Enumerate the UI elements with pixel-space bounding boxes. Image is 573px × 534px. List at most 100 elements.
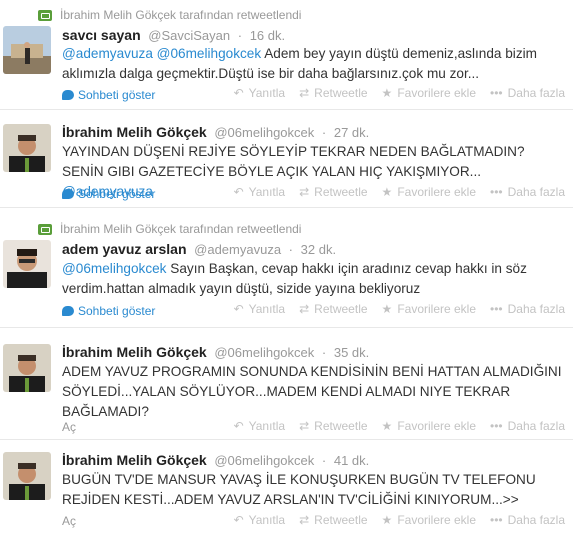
show-conversation-label: Sohbeti göster <box>78 187 156 201</box>
tweet-actions: ↶ Yanıtla ⇄ Retweetle ★ Favorilere ekle •••… <box>234 86 565 100</box>
avatar[interactable] <box>3 240 51 288</box>
author-handle[interactable]: @06melihgokcek <box>214 453 314 468</box>
more-button[interactable]: ••• Daha fazla <box>490 302 565 316</box>
expand-link[interactable]: Aç <box>62 420 76 434</box>
tweet-header: İbrahim Melih Gökçek @06melihgokcek · 35… <box>62 344 369 360</box>
author-name[interactable]: adem yavuz arslan <box>62 241 187 257</box>
reply-button[interactable]: ↶ Yanıtla <box>234 302 286 316</box>
favorite-button[interactable]: ★ Favorilere ekle <box>382 86 476 100</box>
tweet-time[interactable]: 16 dk. <box>250 28 285 43</box>
avatar[interactable] <box>3 452 51 500</box>
reply-icon: ↶ <box>233 513 244 527</box>
tweet-text-content: ADEM YAVUZ PROGRAMIN SONUNDA KENDİSİNİN … <box>62 364 562 419</box>
retweet-button[interactable]: ⇄ Retweetle <box>299 302 367 316</box>
favorite-label: Favorilere ekle <box>397 302 477 316</box>
tweet-separator: · <box>321 345 327 360</box>
show-conversation-label: Sohbeti göster <box>78 88 156 102</box>
mention-link[interactable]: @06melihgokcek <box>157 46 261 61</box>
tweet-time[interactable]: 41 dk. <box>334 453 369 468</box>
tweet-text: @06melihgokcek Sayın Başkan, cevap hakkı… <box>62 259 567 299</box>
favorite-label: Favorilere ekle <box>397 185 477 199</box>
more-icon: ••• <box>490 302 503 316</box>
tweet-timeline: İbrahim Melih Gökçek tarafından retweetl… <box>0 0 573 534</box>
tweet-time[interactable]: 32 dk. <box>301 242 336 257</box>
retweet-label: Retweetle <box>314 185 368 199</box>
conversation-icon <box>62 90 74 100</box>
favorite-button[interactable]: ★ Favorilere ekle <box>382 302 476 316</box>
star-icon: ★ <box>381 185 393 199</box>
reply-button[interactable]: ↶ Yanıtla <box>234 185 286 199</box>
author-handle[interactable]: @SavciSayan <box>148 28 230 43</box>
reply-icon: ↶ <box>233 185 244 199</box>
author-handle[interactable]: @06melihgokcek <box>214 125 314 140</box>
reply-icon: ↶ <box>233 86 244 100</box>
show-conversation-label: Sohbeti göster <box>78 304 156 318</box>
show-conversation-link[interactable]: Sohbeti göster <box>62 187 155 201</box>
show-conversation-link[interactable]: Sohbeti göster <box>62 88 155 102</box>
reply-label: Yanıtla <box>248 302 286 316</box>
tweet-item[interactable]: İbrahim Melih Gökçek @06melihgokcek · 41… <box>0 440 573 534</box>
reply-button[interactable]: ↶ Yanıtla <box>234 419 286 433</box>
tweet-text: @ademyavuza @06melihgokcek Adem bey yayı… <box>62 44 567 84</box>
conversation-icon <box>62 306 74 316</box>
tweet-item[interactable]: İbrahim Melih Gökçek tarafından retweetl… <box>0 0 573 110</box>
reply-button[interactable]: ↶ Yanıtla <box>234 513 286 527</box>
more-button[interactable]: ••• Daha fazla <box>490 185 565 199</box>
tweet-text: ADEM YAVUZ PROGRAMIN SONUNDA KENDİSİNİN … <box>62 362 567 422</box>
retweeted-by-label: İbrahim Melih Gökçek tarafından retweetl… <box>60 8 302 22</box>
retweet-icon: ⇄ <box>299 185 310 199</box>
favorite-button[interactable]: ★ Favorilere ekle <box>382 185 476 199</box>
tweet-item[interactable]: İbrahim Melih Gökçek @06melihgokcek · 35… <box>0 328 573 440</box>
more-label: Daha fazla <box>507 302 565 316</box>
retweet-icon <box>38 9 52 21</box>
tweet-header: adem yavuz arslan @ademyavuza · 32 dk. <box>62 241 336 257</box>
retweet-button[interactable]: ⇄ Retweetle <box>299 419 367 433</box>
tweet-time[interactable]: 27 dk. <box>334 125 369 140</box>
retweet-label: Retweetle <box>314 86 368 100</box>
more-label: Daha fazla <box>507 513 565 527</box>
star-icon: ★ <box>381 419 393 433</box>
retweet-icon: ⇄ <box>299 302 310 316</box>
retweet-icon: ⇄ <box>299 419 310 433</box>
retweeted-by-label: İbrahim Melih Gökçek tarafından retweetl… <box>60 222 302 236</box>
favorite-button[interactable]: ★ Favorilere ekle <box>382 419 476 433</box>
author-handle[interactable]: @ademyavuza <box>194 242 281 257</box>
star-icon: ★ <box>381 513 393 527</box>
mention-link[interactable]: @06melihgokcek <box>62 261 166 276</box>
more-button[interactable]: ••• Daha fazla <box>490 419 565 433</box>
favorite-button[interactable]: ★ Favorilere ekle <box>382 513 476 527</box>
mention-link[interactable]: @ademyavuza <box>62 46 153 61</box>
author-name[interactable]: savcı sayan <box>62 27 141 43</box>
retweet-button[interactable]: ⇄ Retweetle <box>299 86 367 100</box>
tweet-text-content: YAYINDAN DÜŞENİ REJİYE SÖYLEYİP TEKRAR N… <box>62 144 525 179</box>
more-icon: ••• <box>490 185 503 199</box>
tweet-time[interactable]: 35 dk. <box>334 345 369 360</box>
favorite-label: Favorilere ekle <box>397 513 477 527</box>
expand-link[interactable]: Aç <box>62 514 76 528</box>
avatar[interactable] <box>3 26 51 74</box>
avatar[interactable] <box>3 344 51 392</box>
expand-label: Aç <box>62 514 77 528</box>
tweet-actions: ↶ Yanıtla ⇄ Retweetle ★ Favorilere ekle •••… <box>234 513 565 527</box>
retweet-button[interactable]: ⇄ Retweetle <box>299 185 367 199</box>
author-name[interactable]: İbrahim Melih Gökçek <box>62 124 207 140</box>
tweet-separator: · <box>288 242 294 257</box>
author-name[interactable]: İbrahim Melih Gökçek <box>62 344 207 360</box>
reply-icon: ↶ <box>233 419 244 433</box>
reply-label: Yanıtla <box>248 419 286 433</box>
tweet-item[interactable]: İbrahim Melih Gökçek @06melihgokcek · 27… <box>0 110 573 208</box>
author-name[interactable]: İbrahim Melih Gökçek <box>62 452 207 468</box>
retweet-button[interactable]: ⇄ Retweetle <box>299 513 367 527</box>
retweet-icon: ⇄ <box>299 86 310 100</box>
reply-label: Yanıtla <box>248 185 286 199</box>
more-label: Daha fazla <box>507 185 565 199</box>
more-button[interactable]: ••• Daha fazla <box>490 513 565 527</box>
reply-button[interactable]: ↶ Yanıtla <box>234 86 286 100</box>
tweet-header: İbrahim Melih Gökçek @06melihgokcek · 41… <box>62 452 369 468</box>
avatar[interactable] <box>3 124 51 172</box>
more-button[interactable]: ••• Daha fazla <box>490 86 565 100</box>
favorite-label: Favorilere ekle <box>397 86 477 100</box>
show-conversation-link[interactable]: Sohbeti göster <box>62 304 155 318</box>
tweet-item[interactable]: İbrahim Melih Gökçek tarafından retweetl… <box>0 208 573 328</box>
author-handle[interactable]: @06melihgokcek <box>214 345 314 360</box>
